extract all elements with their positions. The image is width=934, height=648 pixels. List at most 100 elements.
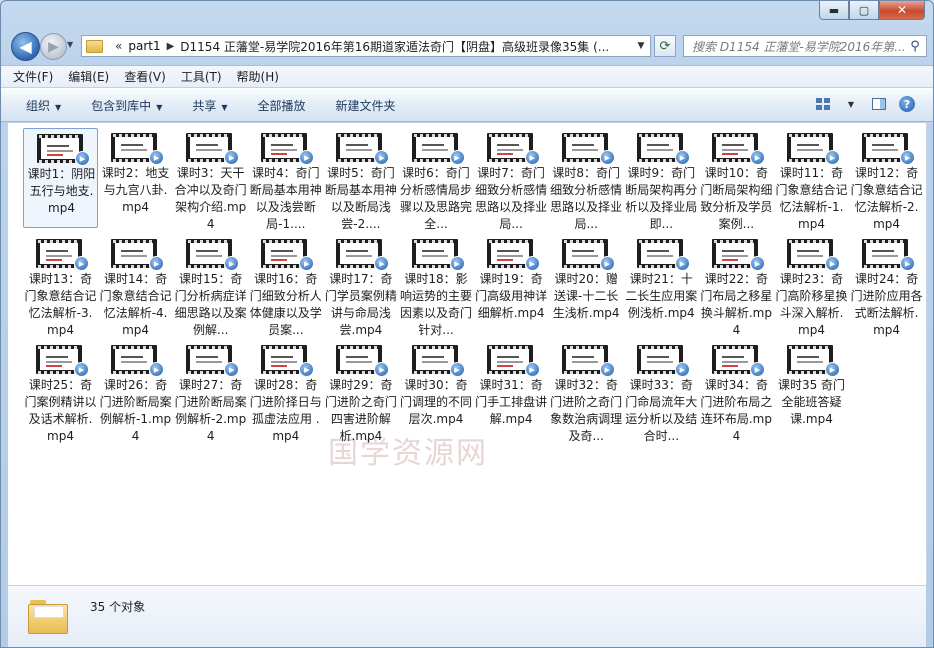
preview-pane-icon	[872, 98, 886, 110]
file-name: 课时34：奇门进阶布局之连环布局.mp4	[700, 378, 773, 443]
file-item[interactable]: ▶ 课时28：奇门进阶择日与孤虚法应用 .mp4	[248, 340, 323, 443]
breadcrumb-current-folder[interactable]: D1154 正藩堂-易学院2016年第16期道家遁法奇门【阴盘】高级班录像35集…	[180, 38, 632, 55]
file-name: 课时22：奇门布局之移星换斗解析.mp4	[700, 272, 773, 337]
file-item[interactable]: ▶ 课时6：奇门分析感情局步骤以及思路完全...	[399, 128, 474, 231]
file-item[interactable]: ▶ 课时14：奇门象意结合记忆法解析-4.mp4	[98, 234, 173, 337]
breadcrumb-part1[interactable]: part1	[128, 39, 160, 53]
share-button[interactable]: 共享 ▼	[192, 97, 227, 114]
menu-help[interactable]: 帮助(H)	[237, 68, 279, 85]
file-item[interactable]: ▶ 课时2：地支与九宫八卦.mp4	[98, 128, 173, 228]
change-view-button[interactable]	[815, 97, 831, 111]
file-item[interactable]: ▶ 课时15：奇门分析病症详细思路以及案例解...	[173, 234, 248, 337]
file-item[interactable]: ▶ 课时34：奇门进阶布局之连环布局.mp4	[699, 340, 774, 443]
help-button[interactable]: ?	[899, 96, 915, 112]
media-player-badge-icon: ▶	[825, 150, 840, 165]
file-item[interactable]: ▶ 课时22：奇门布局之移星换斗解析.mp4	[699, 234, 774, 337]
view-tools: ▼ ?	[803, 96, 915, 112]
file-item[interactable]: ▶ 课时12：奇门象意结合记忆法解析-2.mp4	[849, 128, 924, 231]
file-item[interactable]: ▶ 课时4：奇门断局基本用神以及浅尝断局-1....	[248, 128, 323, 231]
file-name: 课时14：奇门象意结合记忆法解析-4.mp4	[99, 272, 172, 337]
file-item[interactable]: ▶ 课时13：奇门象意结合记忆法解析-3.mp4	[23, 234, 98, 337]
preview-pane-button[interactable]	[871, 97, 887, 111]
media-player-badge-icon: ▶	[74, 256, 89, 271]
media-player-badge-icon: ▶	[749, 256, 765, 271]
file-item[interactable]: ▶ 课时5：奇门断局基本用神以及断局浅尝-2....	[323, 128, 398, 231]
file-item[interactable]: ▶ 课时20：赠送课-十二长生浅析.mp4	[549, 234, 624, 334]
file-name: 课时29：奇门进阶之奇门四害进阶解析.mp4	[324, 378, 397, 443]
menu-tools[interactable]: 工具(T)	[181, 68, 222, 85]
file-item[interactable]: ▶ 课时3：天干合冲以及奇门架构介绍.mp4	[173, 128, 248, 231]
file-list[interactable]: 国学资源网 ▶ 课时1：阴阳五行与地支.mp4 ▶ 课时2：地支与九宫八卦.mp4 ▶ 课…	[8, 123, 927, 585]
recent-pages-dropdown[interactable]: ▼	[67, 40, 73, 49]
file-name: 课时10：奇门断局架构细致分析及学员案例...	[700, 166, 773, 231]
breadcrumb-overflow[interactable]: «	[115, 39, 122, 53]
refresh-button[interactable]: ⟳	[654, 35, 676, 57]
file-name: 课时16：奇门细致分析人体健康以及学员案...	[249, 272, 322, 337]
media-player-badge-icon: ▶	[749, 150, 765, 165]
file-item[interactable]: ▶ 课时26：奇门进阶断局案例解析-1.mp4	[98, 340, 173, 443]
file-name: 课时11：奇门象意结合记忆法解析-1.mp4	[775, 166, 848, 231]
file-item[interactable]: ▶ 课时8：奇门细致分析感情思路以及择业局...	[549, 128, 624, 231]
organize-button[interactable]: 组织 ▼	[26, 97, 61, 114]
media-player-badge-icon: ▶	[599, 362, 615, 377]
file-item[interactable]: ▶ 课时1：阴阳五行与地支.mp4	[23, 128, 98, 228]
menu-view[interactable]: 查看(V)	[124, 68, 166, 85]
search-icon[interactable]: ⚲	[904, 39, 926, 54]
file-name: 课时7：奇门细致分析感情思路以及择业局...	[475, 166, 548, 231]
file-name: 课时1：阴阳五行与地支.mp4	[27, 167, 96, 215]
file-item[interactable]: ▶ 课时21：十二长生应用案例浅析.mp4	[624, 234, 699, 334]
file-name: 课时18：影响运势的主要因素以及奇门针对...	[399, 272, 472, 337]
file-name: 课时13：奇门象意结合记忆法解析-3.mp4	[24, 272, 97, 337]
search-input[interactable]: 搜索 D1154 正藩堂-易学院2016年第...	[692, 38, 904, 55]
file-item[interactable]: ▶ 课时35 奇门全能班答疑课.mp4	[774, 340, 849, 440]
view-options-dropdown[interactable]: ▼	[843, 97, 859, 111]
chevron-down-icon: ▼	[55, 102, 62, 112]
file-item[interactable]: ▶ 课时10：奇门断局架构细致分析及学员案例...	[699, 128, 774, 231]
play-all-button[interactable]: 全部播放	[258, 97, 306, 114]
media-player-badge-icon: ▶	[825, 362, 840, 377]
chevron-down-icon: ▼	[221, 102, 228, 112]
address-dropdown-icon[interactable]: ▼	[632, 41, 650, 51]
file-item[interactable]: ▶ 课时27：奇门进阶断局案例解析-2.mp4	[173, 340, 248, 443]
file-item[interactable]: ▶ 课时31：奇门手工排盘讲解.mp4	[474, 340, 549, 440]
file-item[interactable]: ▶ 课时16：奇门细致分析人体健康以及学员案...	[248, 234, 323, 337]
back-button[interactable]: ◀	[11, 32, 40, 61]
maximize-button[interactable]: ▢	[849, 1, 879, 20]
file-item[interactable]: ▶ 课时19：奇门高级用神详细解析.mp4	[474, 234, 549, 334]
menu-file[interactable]: 文件(F)	[13, 68, 53, 85]
file-item[interactable]: ▶ 课时11：奇门象意结合记忆法解析-1.mp4	[774, 128, 849, 231]
close-button[interactable]: ✕	[879, 1, 925, 20]
file-item[interactable]: ▶ 课时33：奇门命局流年大运分析以及结合时...	[624, 340, 699, 443]
minimize-button[interactable]: ▬	[819, 1, 849, 20]
breadcrumb-separator-icon[interactable]: ▶	[167, 41, 175, 52]
media-player-badge-icon: ▶	[299, 256, 315, 271]
media-player-badge-icon: ▶	[749, 362, 765, 377]
search-box[interactable]: 搜索 D1154 正藩堂-易学院2016年第... ⚲	[683, 35, 927, 57]
forward-button[interactable]: ▶	[40, 33, 67, 60]
media-player-badge-icon: ▶	[674, 362, 690, 377]
caption-buttons: ▬ ▢ ✕	[819, 1, 925, 20]
media-player-badge-icon: ▶	[224, 362, 240, 377]
file-item[interactable]: ▶ 课时23：奇门高阶移星换斗深入解析.mp4	[774, 234, 849, 337]
file-item[interactable]: ▶ 课时32：奇门进阶之奇门象数治病调理及奇...	[549, 340, 624, 443]
file-item[interactable]: ▶ 课时9：奇门断局架构再分析以及择业局即...	[624, 128, 699, 231]
file-item[interactable]: ▶ 课时7：奇门细致分析感情思路以及择业局...	[474, 128, 549, 231]
file-item[interactable]: ▶ 课时30：奇门调理的不同层次.mp4	[399, 340, 474, 440]
help-icon: ?	[899, 96, 915, 112]
file-item[interactable]: ▶ 课时18：影响运势的主要因素以及奇门针对...	[399, 234, 474, 337]
file-item[interactable]: ▶ 课时25：奇门案例精讲以及话术解析.mp4	[23, 340, 98, 443]
file-item[interactable]: ▶ 课时24：奇门进阶应用各式断法解析.mp4	[849, 234, 924, 337]
media-player-badge-icon: ▶	[149, 362, 165, 377]
file-name: 课时20：赠送课-十二长生浅析.mp4	[552, 272, 620, 320]
file-item[interactable]: ▶ 课时29：奇门进阶之奇门四害进阶解析.mp4	[323, 340, 398, 443]
media-player-badge-icon: ▶	[374, 362, 390, 377]
file-item[interactable]: ▶ 课时17：奇门学员案例精讲与命局浅尝.mp4	[323, 234, 398, 337]
menu-edit[interactable]: 编辑(E)	[68, 68, 109, 85]
address-bar[interactable]: « part1 ▶ D1154 正藩堂-易学院2016年第16期道家遁法奇门【阴…	[81, 35, 651, 57]
new-folder-button[interactable]: 新建文件夹	[336, 97, 396, 114]
file-name: 课时4：奇门断局基本用神以及浅尝断局-1....	[249, 166, 322, 231]
file-name: 课时24：奇门进阶应用各式断法解析.mp4	[850, 272, 923, 337]
file-name: 课时15：奇门分析病症详细思路以及案例解...	[174, 272, 247, 337]
include-in-library-button[interactable]: 包含到库中 ▼	[91, 97, 162, 114]
share-label: 共享	[192, 98, 217, 113]
